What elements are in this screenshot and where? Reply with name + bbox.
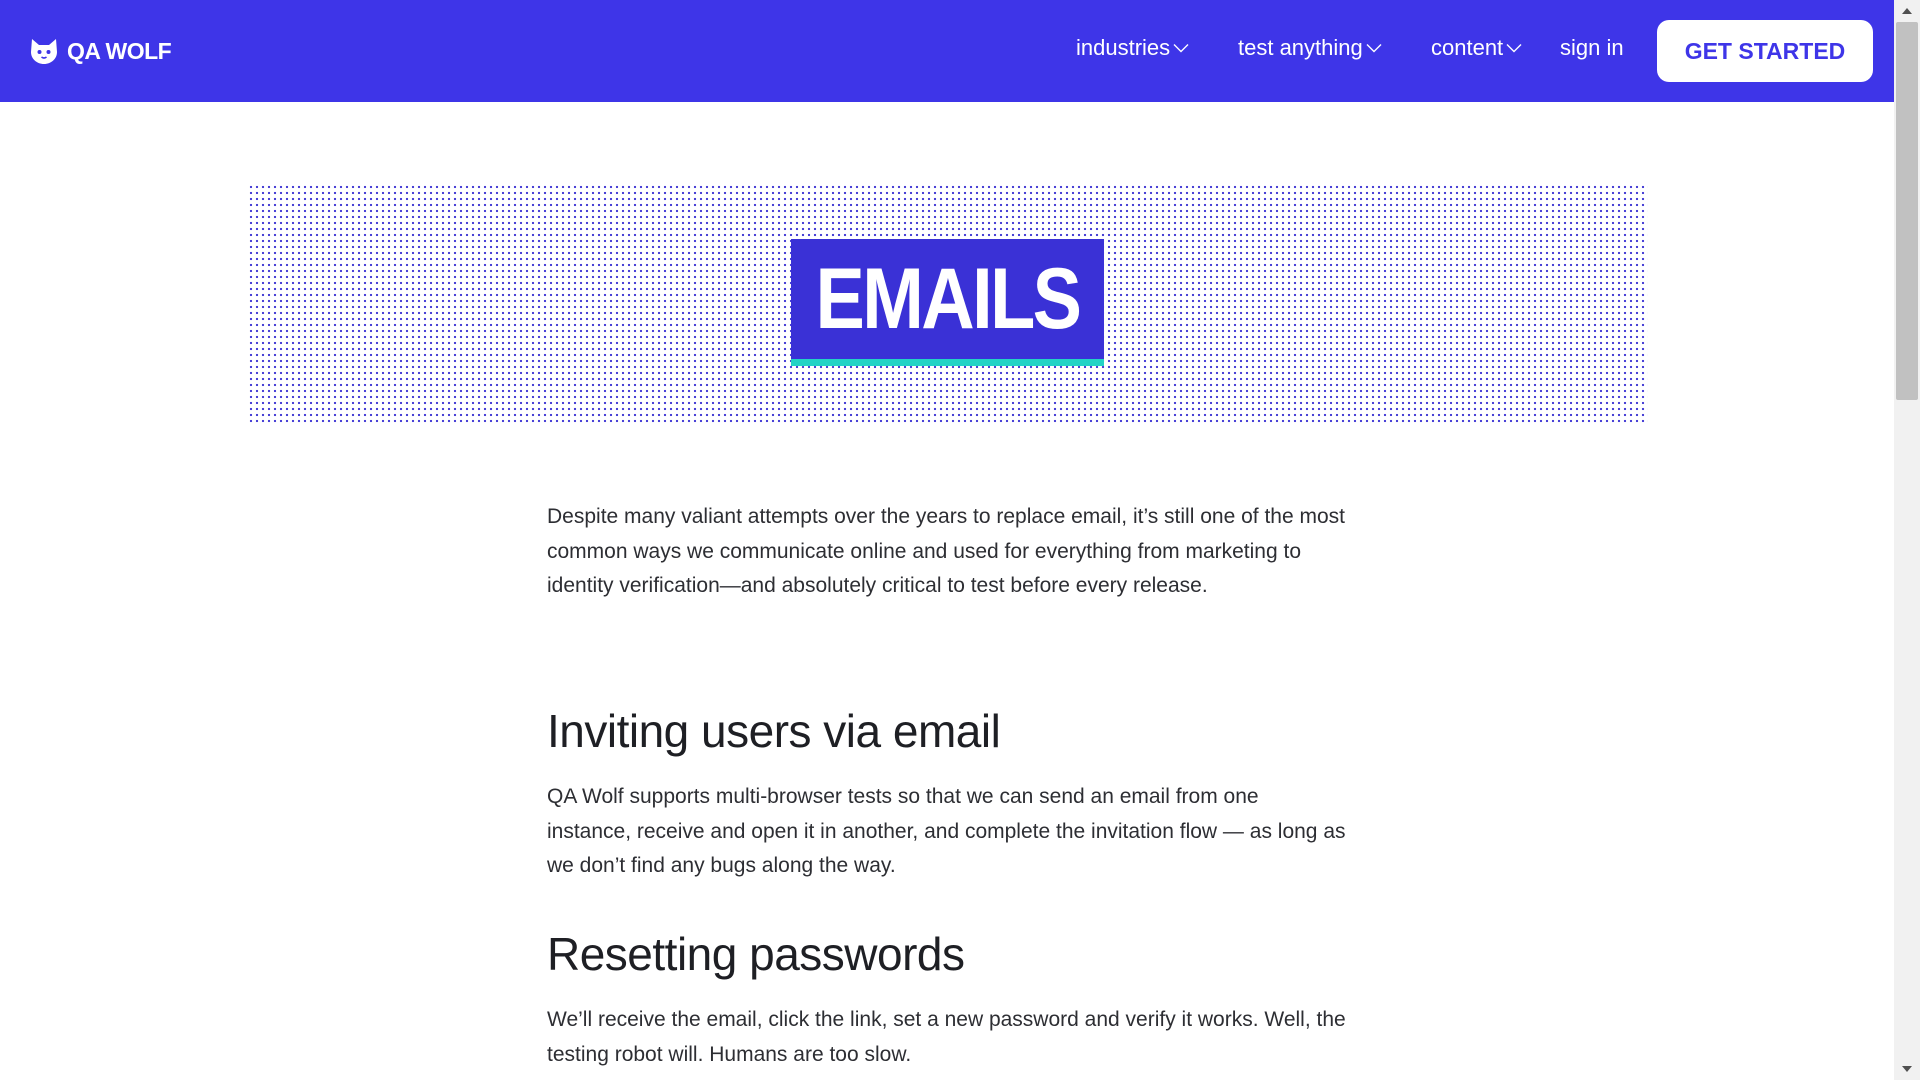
nav-item-industries[interactable]: industries [1076, 30, 1189, 66]
chevron-down-icon [1366, 44, 1382, 53]
top-navbar: QA WOLF industries test anything content… [0, 0, 1894, 102]
logo-text: QA WOLF [67, 37, 172, 64]
wolf-logo-icon [31, 39, 57, 64]
chevron-down-icon [1506, 44, 1522, 53]
nav-item-label: industries [1076, 35, 1171, 60]
page-title: EMAILS [815, 250, 1083, 347]
nav-item-content[interactable]: content [1431, 30, 1522, 66]
section-heading: Inviting users via email [547, 705, 1001, 757]
scroll-down-arrow-icon[interactable] [1894, 1060, 1920, 1078]
intro-paragraph: Despite many valiant attempts over the y… [547, 505, 1345, 597]
hero-title-box: EMAILS [791, 239, 1104, 366]
nav-item-label: sign in [1560, 35, 1624, 60]
section-paragraph: QA Wolf supports multi-browser tests so … [547, 785, 1346, 877]
chevron-down-icon [1173, 44, 1189, 53]
nav-item-label: content [1431, 35, 1504, 60]
get-started-button[interactable]: GET STARTED [1657, 20, 1873, 82]
section-paragraph: We’ll receive the email, click the link,… [547, 1008, 1346, 1066]
scrollbar-thumb[interactable] [1896, 22, 1918, 400]
sign-in-link[interactable]: sign in [1560, 30, 1624, 66]
page-scrollbar[interactable] [1894, 0, 1920, 1080]
nav-item-test-anything[interactable]: test anything [1238, 30, 1382, 66]
scroll-up-arrow-icon[interactable] [1894, 2, 1920, 20]
hero-banner: EMAILS [248, 184, 1648, 424]
nav-item-label: test anything [1238, 35, 1363, 60]
section-heading: Resetting passwords [547, 928, 965, 980]
logo-link[interactable]: QA WOLF [29, 32, 172, 70]
